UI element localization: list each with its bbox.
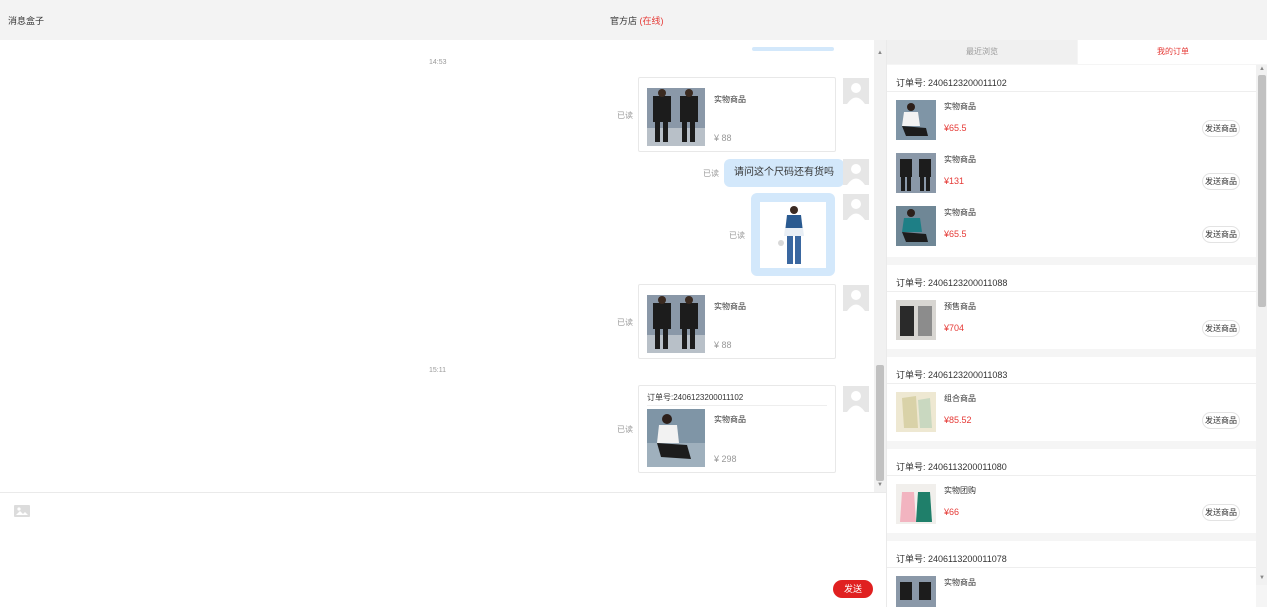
item-name: 实物商品 xyxy=(944,102,976,111)
scroll-down-arrow-icon[interactable]: ▼ xyxy=(1259,575,1265,581)
divider xyxy=(647,405,827,406)
send-button[interactable]: 发送 xyxy=(833,580,873,598)
product-thumbnail xyxy=(896,153,936,193)
item-name: 实物商品 xyxy=(944,578,976,587)
product-thumbnail xyxy=(896,576,936,607)
chat-pane: 14:53 已读 实物商品 ¥ 88 已读 请问这个尺码还有货吗 已读 已读 实… xyxy=(0,40,886,607)
scroll-up-arrow-icon[interactable]: ▲ xyxy=(877,50,883,56)
avatar xyxy=(843,78,869,104)
order-item: 实物团购 ¥66 发送商品 xyxy=(887,476,1256,528)
shop-name: 官方店 xyxy=(610,16,638,26)
product-thumbnail xyxy=(896,484,936,524)
order-item: 实物商品 ¥65.5 发送商品 xyxy=(887,198,1256,250)
scroll-up-arrow-icon[interactable]: ▲ xyxy=(1259,66,1265,72)
product-thumbnail xyxy=(647,295,705,353)
item-price: ¥704 xyxy=(944,323,965,333)
send-product-button[interactable]: 发送商品 xyxy=(1202,120,1240,137)
scrollbar-thumb[interactable] xyxy=(1258,75,1266,307)
order-group: 订单号: 2406123200011088 预售商品 ¥704 发送商品 xyxy=(887,265,1256,349)
text-message-bubble[interactable]: 请问这个尺码还有货吗 xyxy=(724,159,844,187)
product-thumbnail xyxy=(896,392,936,432)
shop-status: (在线) xyxy=(639,16,664,26)
read-status: 已读 xyxy=(703,169,719,178)
product-card-message[interactable]: 实物商品 ¥ 88 xyxy=(638,77,836,152)
timestamp: 14:53 xyxy=(429,59,447,66)
scroll-down-arrow-icon[interactable]: ▼ xyxy=(877,482,883,488)
item-price: ¥85.52 xyxy=(944,415,972,425)
product-thumbnail xyxy=(896,300,936,340)
order-number: 订单号: 2406123200011088 xyxy=(896,278,1008,288)
product-card-message[interactable]: 实物商品 ¥ 88 xyxy=(638,284,836,359)
send-product-button[interactable]: 发送商品 xyxy=(1202,320,1240,337)
product-thumbnail xyxy=(896,100,936,140)
order-item: 实物商品 xyxy=(887,568,1256,607)
product-thumbnail xyxy=(896,206,936,246)
read-status: 已读 xyxy=(617,111,633,120)
orders-scrollbar[interactable]: ▲ ▼ xyxy=(1256,65,1267,585)
item-price: ¥65.5 xyxy=(944,229,967,239)
order-number: 订单号: 2406113200011078 xyxy=(896,554,1007,564)
order-group: 订单号: 2406123200011102 实物商品 ¥65.5 发送商品 实物… xyxy=(887,65,1256,257)
product-price: ¥ 88 xyxy=(714,340,732,350)
read-status: 已读 xyxy=(617,425,633,434)
order-number: 订单号:2406123200011102 xyxy=(647,393,744,402)
item-name: 实物商品 xyxy=(944,155,976,164)
avatar xyxy=(843,159,869,185)
product-thumbnail xyxy=(647,88,705,146)
image-icon[interactable] xyxy=(14,505,30,517)
product-price: ¥ 298 xyxy=(714,454,737,464)
order-group: 订单号: 2406113200011080 实物团购 ¥66 发送商品 xyxy=(887,449,1256,533)
app-title: 消息盒子 xyxy=(8,16,45,26)
woman-outfit-photo xyxy=(760,202,826,268)
product-thumbnail xyxy=(647,409,705,467)
scrollbar-thumb[interactable] xyxy=(876,365,884,481)
title-bar: 消息盒子 官方店 (在线) xyxy=(0,0,1267,40)
item-name: 预售商品 xyxy=(944,302,976,311)
read-status: 已读 xyxy=(729,231,745,240)
avatar xyxy=(843,386,869,412)
send-product-button[interactable]: 发送商品 xyxy=(1202,504,1240,521)
side-panel: 最近浏览 我的订单 订单号: 2406123200011102 实物商品 ¥65… xyxy=(886,40,1267,607)
orders-list[interactable]: 订单号: 2406123200011102 实物商品 ¥65.5 发送商品 实物… xyxy=(887,65,1256,607)
image-message-bubble[interactable] xyxy=(751,193,835,276)
item-price: ¥66 xyxy=(944,507,960,517)
product-price: ¥ 88 xyxy=(714,133,732,143)
order-item: 实物商品 ¥65.5 发送商品 xyxy=(887,92,1256,144)
order-group: 订单号: 2406113200011078 实物商品 xyxy=(887,541,1256,607)
order-card-message[interactable]: 订单号:2406123200011102 实物商品 ¥ 298 xyxy=(638,385,836,473)
item-price: ¥131 xyxy=(944,176,965,186)
order-number: 订单号: 2406123200011102 xyxy=(896,78,1007,88)
order-number: 订单号: 2406123200011083 xyxy=(896,370,1008,380)
order-group: 订单号: 2406123200011083 组合商品 ¥85.52 发送商品 xyxy=(887,357,1256,441)
item-name: 实物商品 xyxy=(944,208,976,217)
message-list[interactable]: 14:53 已读 实物商品 ¥ 88 已读 请问这个尺码还有货吗 已读 已读 实… xyxy=(0,40,874,492)
shop-title: 官方店 (在线) xyxy=(610,14,664,27)
send-product-button[interactable]: 发送商品 xyxy=(1202,226,1240,243)
order-number: 订单号: 2406113200011080 xyxy=(896,462,1007,472)
timestamp: 15:11 xyxy=(429,367,446,374)
send-product-button[interactable]: 发送商品 xyxy=(1202,412,1240,429)
avatar xyxy=(843,194,869,220)
item-name: 实物团购 xyxy=(944,486,976,495)
tab-recent-views[interactable]: 最近浏览 xyxy=(887,40,1077,64)
tab-my-orders[interactable]: 我的订单 xyxy=(1078,40,1267,64)
item-name: 组合商品 xyxy=(944,394,976,403)
item-price: ¥65.5 xyxy=(944,123,967,133)
order-item: 组合商品 ¥85.52 发送商品 xyxy=(887,384,1256,436)
previous-message-bubble xyxy=(752,47,834,51)
side-tabs: 最近浏览 我的订单 xyxy=(887,40,1267,64)
order-item: 实物商品 ¥131 发送商品 xyxy=(887,145,1256,197)
product-name: 实物商品 xyxy=(714,95,746,104)
avatar xyxy=(843,285,869,311)
order-item: 预售商品 ¥704 发送商品 xyxy=(887,292,1256,344)
message-composer[interactable]: 发送 xyxy=(0,492,886,607)
product-name: 实物商品 xyxy=(714,415,746,424)
read-status: 已读 xyxy=(617,318,633,327)
send-product-button[interactable]: 发送商品 xyxy=(1202,173,1240,190)
product-name: 实物商品 xyxy=(714,302,746,311)
chat-scrollbar[interactable]: ▲ ▼ xyxy=(874,40,886,492)
